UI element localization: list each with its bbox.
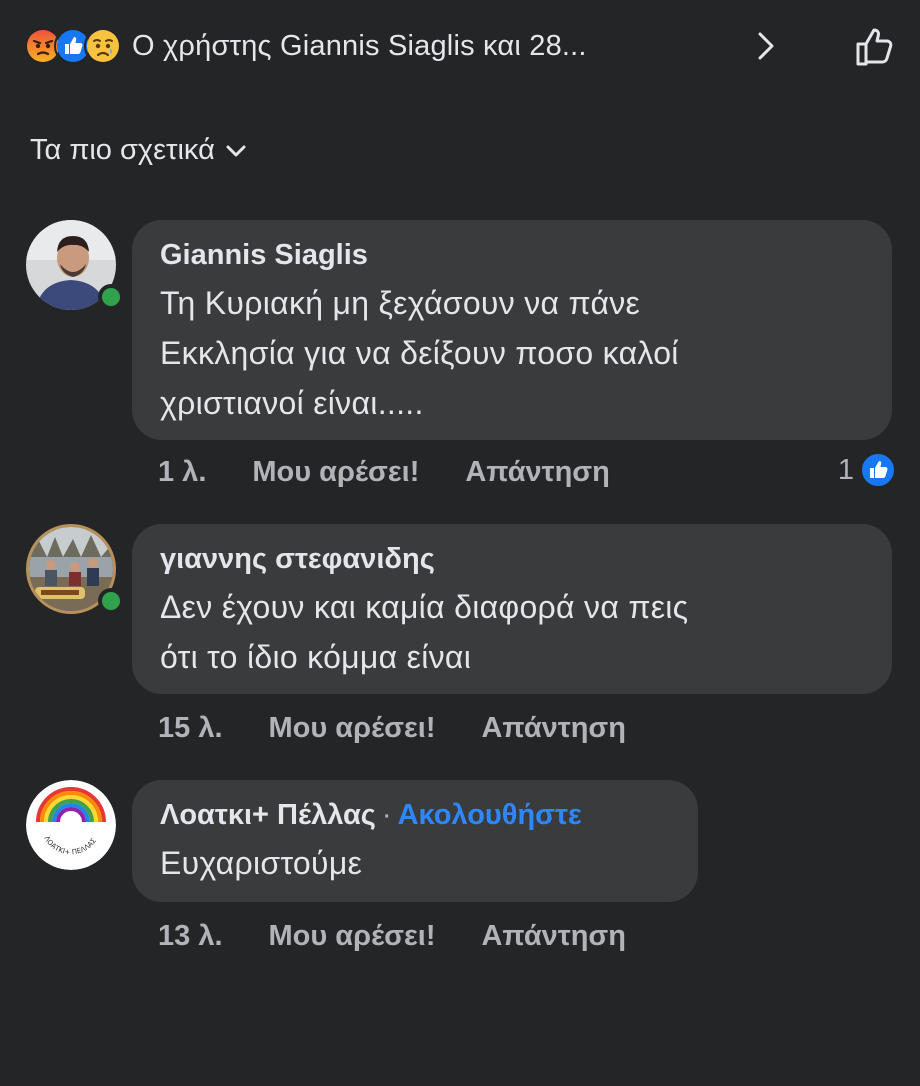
- like-button[interactable]: Μου αρέσει!: [269, 920, 436, 953]
- reply-button[interactable]: Απάντηση: [481, 712, 626, 745]
- reaction-count-value: 1: [837, 453, 854, 486]
- comment-author[interactable]: Λοατκι+ Πέλλας: [160, 799, 376, 831]
- like-button[interactable]: Μου αρέσει!: [269, 712, 436, 745]
- reactions-summary-text[interactable]: Ο χρήστης Giannis Siaglis και 28...: [132, 30, 587, 63]
- page-logo: ΛΟΑΤΚΙ+ ΠΕΛΛΑΣ: [26, 780, 116, 870]
- comment-bubble: γιαννης στεφανιδης Δεν έχουν και καμία δ…: [132, 524, 892, 694]
- comment-item: γιαννης στεφανιδης Δεν έχουν και καμία δ…: [26, 524, 896, 764]
- follow-separator: ·: [381, 799, 392, 831]
- follow-button[interactable]: Ακολουθήστε: [398, 799, 582, 831]
- reply-button[interactable]: Απάντηση: [465, 456, 610, 489]
- thumb-up-outline-icon[interactable]: [850, 22, 900, 72]
- comment-text-line: Τη Κυριακή μη ξεχάσουν να πάνε: [160, 285, 641, 321]
- comment-text: Τη Κυριακή μη ξεχάσουν να πάνε Εκκλησία …: [160, 278, 864, 428]
- chevron-down-icon: [226, 145, 246, 156]
- comment-text: Δεν έχουν και καμία διαφορά να πεις ότι …: [160, 582, 864, 682]
- comment-actions: 15 λ. Μου αρέσει! Απάντηση: [158, 712, 626, 745]
- online-status-dot: [98, 588, 124, 614]
- comment-timestamp[interactable]: 1 λ.: [158, 456, 206, 489]
- comment-author[interactable]: γιαννης στεφανιδης: [160, 540, 864, 578]
- sort-label: Τα πιο σχετικά: [30, 134, 215, 166]
- comment-bubble: Giannis Siaglis Τη Κυριακή μη ξεχάσουν ν…: [132, 220, 892, 440]
- reaction-icons: [24, 26, 122, 66]
- sort-dropdown[interactable]: Τα πιο σχετικά: [30, 134, 249, 167]
- like-button[interactable]: Μου αρέσει!: [252, 456, 419, 489]
- comment-text-line: Εκκλησία για να δείξουν ποσο καλοί: [160, 335, 679, 371]
- comment-text-line: χριστιανοί είναι.....: [160, 385, 424, 421]
- comment-author[interactable]: Giannis Siaglis: [160, 236, 864, 274]
- like-reaction-icon: [860, 452, 896, 488]
- reactions-summary-bar[interactable]: Ο χρήστης Giannis Siaglis και 28...: [24, 18, 896, 74]
- avatar[interactable]: ΛΟΑΤΚΙ+ ΠΕΛΛΑΣ: [26, 780, 118, 872]
- reply-button[interactable]: Απάντηση: [481, 920, 626, 953]
- comment-reaction-count[interactable]: 1: [838, 452, 896, 488]
- comment-item: Giannis Siaglis Τη Κυριακή μη ξεχάσουν ν…: [26, 220, 896, 500]
- avatar[interactable]: [26, 220, 124, 312]
- comment-actions: 13 λ. Μου αρέσει! Απάντηση: [158, 920, 626, 953]
- comment-item: ΛΟΑΤΚΙ+ ΠΕΛΛΑΣ Λοατκι+ Πέλλας · Ακολουθήστ…: [26, 780, 896, 980]
- comment-bubble: Λοατκι+ Πέλλας · Ακολουθήστε Ευχαριστούμε: [132, 780, 698, 902]
- comment-timestamp[interactable]: 15 λ.: [158, 712, 223, 745]
- comment-text-line: ότι το ίδιο κόμμα είναι: [160, 639, 472, 675]
- comment-text: Ευχαριστούμε: [160, 838, 670, 888]
- comment-timestamp[interactable]: 13 λ.: [158, 920, 223, 953]
- sad-emoji-icon: [84, 27, 122, 65]
- chevron-right-icon[interactable]: [746, 26, 786, 66]
- comment-text-line: Ευχαριστούμε: [160, 845, 363, 881]
- online-status-dot: [98, 284, 124, 310]
- avatar[interactable]: [26, 524, 124, 616]
- comment-author-row: Λοατκι+ Πέλλας · Ακολουθήστε: [160, 796, 670, 834]
- comment-actions: 1 λ. Μου αρέσει! Απάντηση: [158, 456, 610, 489]
- comment-text-line: Δεν έχουν και καμία διαφορά να πεις: [160, 589, 689, 625]
